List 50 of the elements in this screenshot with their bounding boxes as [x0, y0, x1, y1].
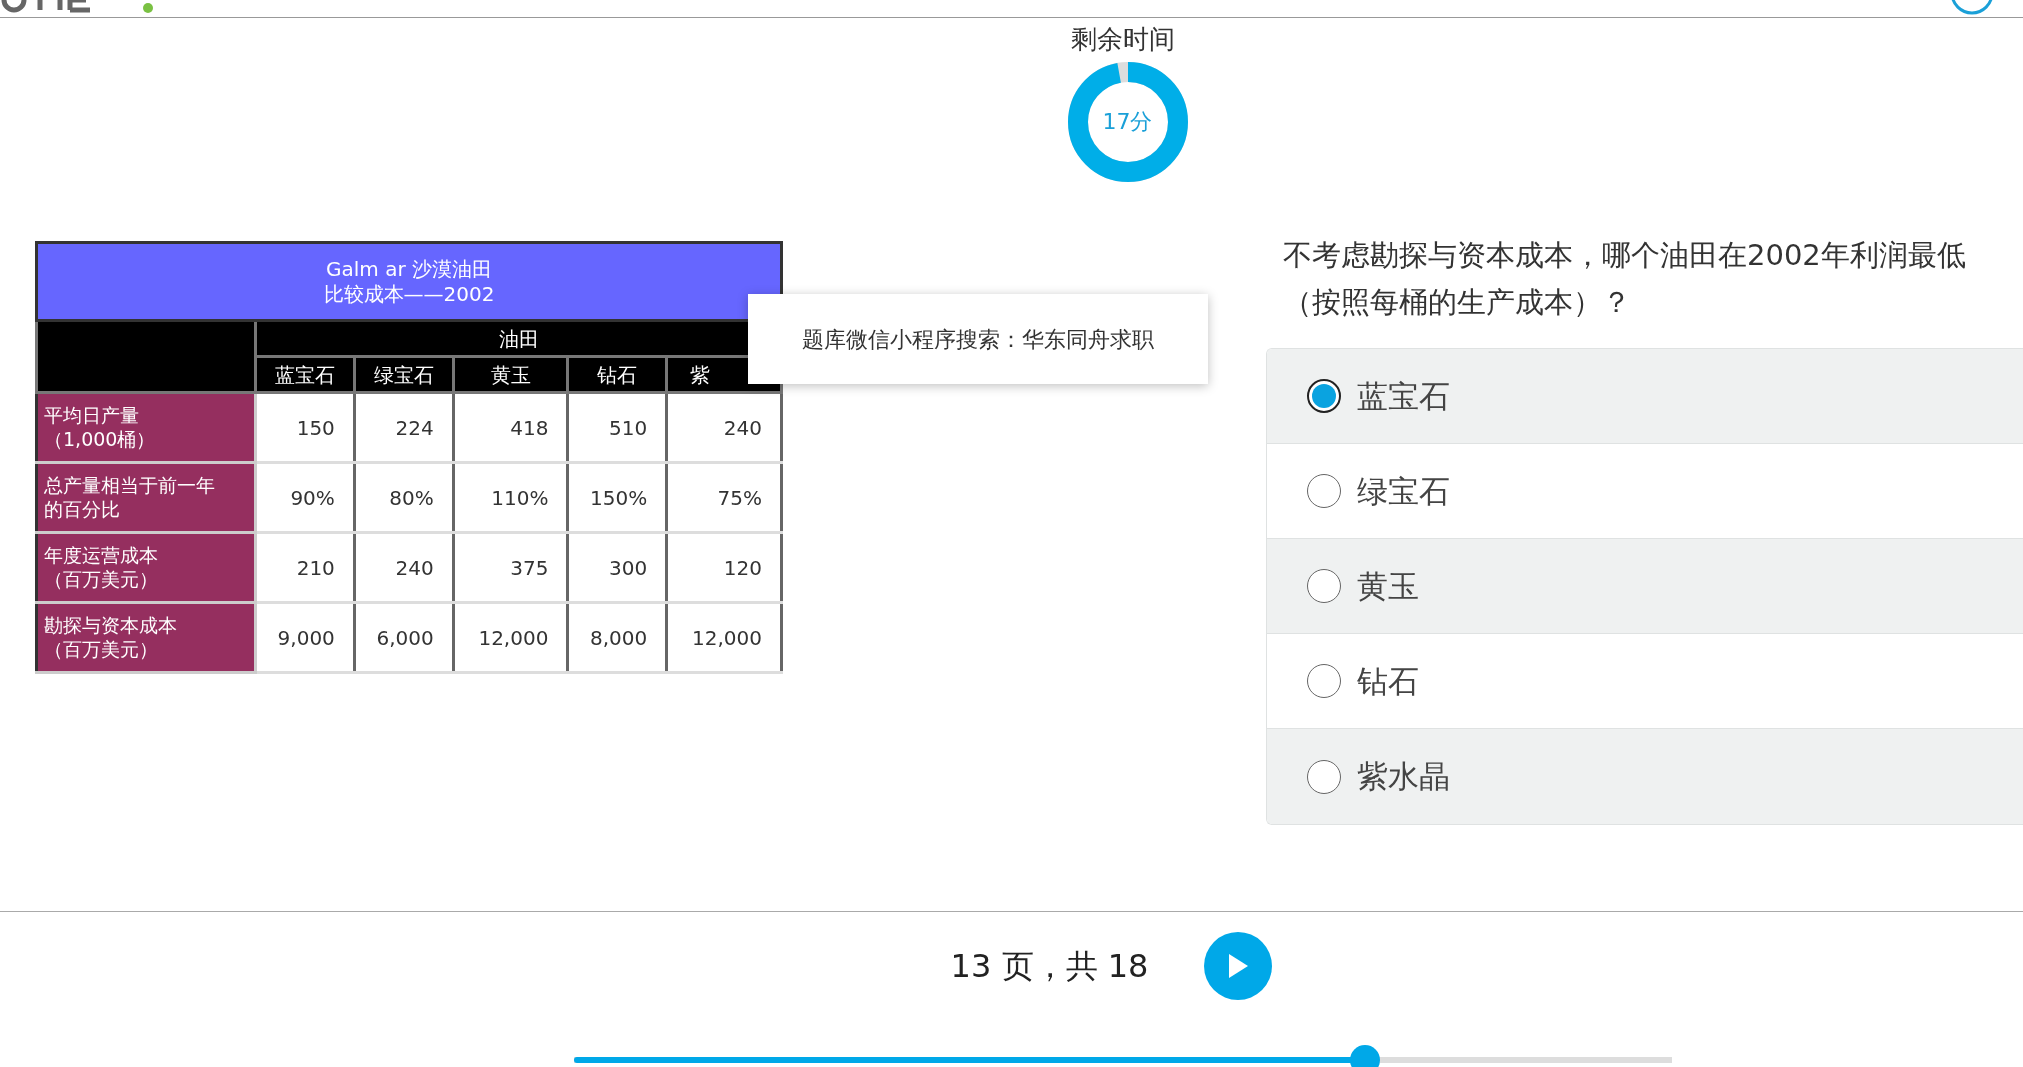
- table-cell: 418: [453, 392, 568, 463]
- row-header: 总产量相当于前一年 的百分比: [36, 462, 256, 533]
- radio-button[interactable]: [1307, 474, 1341, 508]
- column-header: 绿宝石: [354, 356, 454, 393]
- table-cell: 90%: [255, 462, 355, 533]
- table-title: Galm ar 沙漠油田 比较成本——2002: [36, 242, 782, 321]
- radio-button[interactable]: [1307, 664, 1341, 698]
- popup-text: 题库微信小程序搜索：华东同舟求职: [748, 294, 1208, 384]
- row-header: 勘探与资本成本 （百万美元）: [36, 602, 256, 673]
- slider-thumb[interactable]: [1349, 1045, 1380, 1067]
- answer-option[interactable]: 紫水晶: [1267, 729, 2023, 824]
- table-cell: 12,000: [666, 602, 782, 673]
- table-cell: 150: [255, 392, 355, 463]
- table-cell: 150%: [567, 462, 667, 533]
- radio-button[interactable]: [1307, 569, 1341, 603]
- option-label: 绿宝石: [1357, 471, 1450, 511]
- radio-button[interactable]: [1307, 379, 1341, 413]
- timer-value: 17分: [1101, 108, 1154, 137]
- table-cell: 240: [354, 532, 454, 603]
- table-cell: 6,000: [354, 602, 454, 673]
- column-header: 黄玉: [453, 356, 568, 393]
- play-icon: [1227, 953, 1250, 979]
- row-header: 平均日产量 （1,000桶）: [36, 392, 256, 463]
- table-cell: 300: [567, 532, 667, 603]
- table-cell: 8,000: [567, 602, 667, 673]
- table-cell: 12,000: [453, 602, 568, 673]
- table-cell: 240: [666, 392, 782, 463]
- option-label: 紫水晶: [1357, 757, 1450, 797]
- page-indicator: 13 页，共 18: [950, 946, 1149, 987]
- table-cell: 110%: [453, 462, 568, 533]
- question-text: 不考虑勘探与资本成本，哪个油田在2002年利润最低: [1282, 237, 1967, 274]
- answer-option[interactable]: 蓝宝石: [1267, 349, 2023, 444]
- option-label: 蓝宝石: [1357, 376, 1450, 416]
- column-header: 钻石: [567, 356, 667, 393]
- table-cell: 9,000: [255, 602, 355, 673]
- table-cell: 375: [453, 532, 568, 603]
- table-cell: 224: [354, 392, 454, 463]
- option-label: 黄玉: [1357, 566, 1419, 606]
- question-text: （按照每桶的生产成本）？: [1282, 284, 1632, 321]
- table-cell: 120: [666, 532, 782, 603]
- table-cell: 80%: [354, 462, 454, 533]
- table-cell: 75%: [666, 462, 782, 533]
- timer-label: 剩余时间: [1069, 23, 1176, 56]
- answer-option[interactable]: 黄玉: [1267, 539, 2023, 634]
- table-cell: 510: [567, 392, 667, 463]
- radio-button[interactable]: [1307, 759, 1341, 794]
- table-cell: 210: [255, 532, 355, 603]
- column-header: 蓝宝石: [255, 356, 355, 393]
- row-header: 年度运营成本 （百万美元）: [36, 532, 256, 603]
- option-label: 钻石: [1357, 661, 1419, 701]
